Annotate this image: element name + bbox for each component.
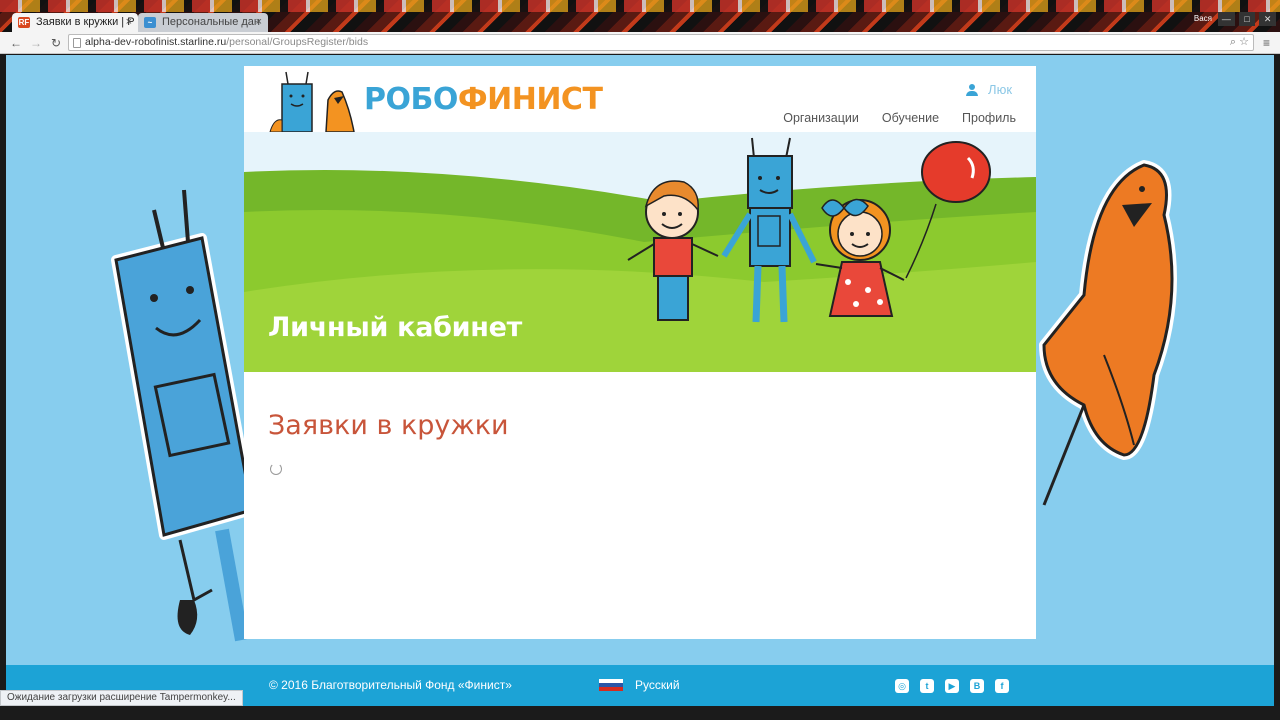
russian-flag-icon	[599, 679, 623, 691]
browser-profile-name[interactable]: Вася	[1194, 14, 1212, 23]
page-background: РОБОФИНИСТ Люк Организации Обучение Проф…	[6, 55, 1274, 720]
tab-close-icon[interactable]: ×	[126, 13, 132, 32]
minimize-button[interactable]: —	[1218, 12, 1235, 26]
site-header: РОБОФИНИСТ Люк Организации Обучение Проф…	[244, 66, 1036, 132]
window-controls: — □ ✕	[1218, 12, 1277, 26]
tab-title: Персональные дан	[162, 16, 260, 28]
browser-tab-bar: RF Заявки в кружки | Р × ~ Персональные …	[0, 0, 1280, 32]
footer-copyright: © 2016 Благотворительный Фонд «Финист»	[269, 678, 512, 692]
close-window-button[interactable]: ✕	[1259, 12, 1277, 26]
forward-arrow-icon[interactable]: →	[28, 35, 44, 51]
tab-close-icon[interactable]: ×	[256, 13, 262, 32]
tab-title: Заявки в кружки | Р	[36, 16, 135, 28]
url-path: /personal/GroupsRegister/bids	[226, 36, 369, 48]
user-name[interactable]: Люк	[988, 82, 1012, 97]
bird-mascot-illustration	[1039, 160, 1177, 506]
youtube-icon[interactable]: ▶	[945, 679, 959, 693]
nav-item-organizations[interactable]: Организации	[783, 111, 859, 125]
user-menu[interactable]: Люк	[966, 82, 1012, 97]
maximize-button[interactable]: □	[1238, 12, 1256, 26]
instagram-icon[interactable]: ◎	[895, 679, 909, 693]
window-frame-decoration	[0, 0, 1280, 12]
logo-mascots-icon[interactable]	[268, 70, 358, 132]
browser-tab-inactive[interactable]: ~ Персональные дан ×	[138, 13, 268, 32]
language-switcher[interactable]: Русский	[599, 678, 680, 692]
browser-toolbar: ← → ↻ alpha-dev-robofinist.starline.ru/p…	[0, 32, 1280, 54]
hero-banner: Личный кабинет	[244, 132, 1036, 372]
browser-status-bar: Ожидание загрузки расширение Tampermonke…	[0, 690, 243, 706]
browser-tab-active[interactable]: RF Заявки в кружки | Р ×	[12, 13, 138, 32]
robot-mascot-illustration	[111, 189, 257, 642]
nav-item-education[interactable]: Обучение	[882, 111, 939, 125]
zoom-bookmark-icons[interactable]: ⌕ ☆	[1230, 35, 1249, 50]
site-logo[interactable]: РОБОФИНИСТ	[364, 82, 603, 117]
main-content: Заявки в кружки	[244, 372, 1036, 639]
page-title: Заявки в кружки	[268, 410, 509, 441]
back-arrow-icon[interactable]: ←	[8, 35, 24, 51]
os-taskbar	[0, 706, 1280, 720]
address-bar-input[interactable]: alpha-dev-robofinist.starline.ru/persona…	[68, 34, 1254, 51]
social-links: ◎ t ▶ B f	[895, 679, 1009, 693]
logo-part-finist: ФИНИСТ	[457, 82, 603, 117]
user-icon	[966, 83, 979, 96]
language-label[interactable]: Русский	[635, 678, 680, 692]
vk-icon[interactable]: B	[970, 679, 984, 693]
url-host: alpha-dev-robofinist.starline.ru	[85, 36, 227, 48]
loading-spinner-icon	[270, 463, 282, 475]
twitter-icon[interactable]: t	[920, 679, 934, 693]
facebook-icon[interactable]: f	[995, 679, 1009, 693]
banner-title: Личный кабинет	[268, 312, 523, 343]
reload-icon[interactable]: ↻	[48, 35, 64, 51]
site-favicon-icon: RF	[18, 17, 30, 28]
browser-menu-icon[interactable]: ≡	[1263, 36, 1270, 50]
site-favicon-icon: ~	[144, 17, 156, 28]
logo-part-robo: РОБО	[364, 82, 458, 117]
content-card: РОБОФИНИСТ Люк Организации Обучение Проф…	[244, 66, 1036, 639]
main-navigation: Организации Обучение Профиль	[783, 111, 1016, 125]
page-icon	[73, 38, 81, 48]
nav-item-profile[interactable]: Профиль	[962, 111, 1016, 125]
